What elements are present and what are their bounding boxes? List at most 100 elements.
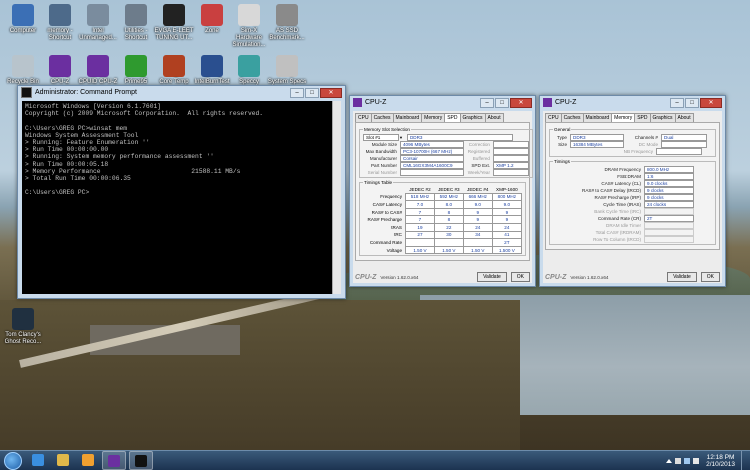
tab-mainboard[interactable]: Mainboard: [392, 113, 423, 122]
spd-field-value2: [493, 140, 529, 148]
minimize-button[interactable]: –: [670, 97, 684, 108]
desktop-icon[interactable]: Utilities - Shortcut: [116, 4, 156, 42]
spd-field-label: Serial Number: [367, 169, 397, 175]
tray-arrow-icon[interactable]: [666, 458, 673, 463]
close-button[interactable]: ✕: [510, 97, 532, 108]
desktop-icon[interactable]: System Specs: [267, 55, 307, 86]
cpuz-icon: [87, 55, 109, 77]
dc-mode-value: [661, 140, 707, 148]
taskbar-button-cmd[interactable]: [129, 451, 153, 470]
ok-button[interactable]: OK: [510, 272, 530, 282]
memory-timing-row: RAS# to CAS# Delay (tRCD) 9 clocks: [553, 186, 712, 194]
timing-column-header: JEDEC #2: [409, 186, 431, 192]
spd-field-value: PC3-10700H (667 MHz): [400, 147, 464, 155]
desktop-icon[interactable]: CPUID CPU-Z: [78, 55, 118, 86]
spd-field-label2: Correction: [468, 141, 490, 147]
spd-timings-table: JEDEC #2 JEDEC #3 JEDEC #4 XMP-1600 Frequenc…: [363, 186, 523, 255]
cmd-titlebar[interactable]: Administrator: Command Prompt – □ ✕: [18, 86, 345, 99]
cpuz-spd-title: CPU-Z: [365, 99, 387, 106]
cpuz-memory-window[interactable]: CPU-Z – □ ✕ CPU Caches Mainboard Memory SPD G…: [539, 95, 726, 287]
tab-spd[interactable]: SPD: [444, 113, 461, 122]
maximize-button[interactable]: □: [685, 97, 699, 108]
tab-mainboard[interactable]: Mainboard: [582, 113, 613, 122]
close-button[interactable]: ✕: [320, 87, 342, 98]
console-line: > Run Time 00:00:00.00: [25, 146, 109, 154]
clock[interactable]: 12:18 PM 2/10/2013: [706, 454, 735, 468]
close-button[interactable]: ✕: [700, 97, 722, 108]
tab-about[interactable]: About: [484, 113, 504, 122]
tab-cpu[interactable]: CPU: [545, 113, 562, 122]
ok-button[interactable]: OK: [700, 272, 720, 282]
desktop-icon[interactable]: memory - Shortcut: [40, 4, 80, 42]
chevron-down-icon[interactable]: ▼: [399, 135, 403, 140]
desktop-icon[interactable]: Sim-X Hardware Simulation...: [229, 4, 269, 49]
volume-icon[interactable]: [693, 457, 700, 464]
desktop-icon[interactable]: Recycle Bin: [3, 55, 43, 86]
cpuz-brand-logo: CPU-Z: [355, 273, 377, 281]
tab-graphics[interactable]: Graphics: [459, 113, 486, 122]
memory-timing-label: RAS# Precharge (tRP): [594, 194, 641, 200]
desktop-icon[interactable]: EVGA E-LEET TUNING UT...: [154, 4, 194, 42]
desktop-icon[interactable]: Intel Unmanaged...: [78, 4, 118, 42]
taskbar: 12:18 PM 2/10/2013: [0, 450, 750, 470]
memory-timing-value: 1:6: [644, 172, 694, 180]
cpuz-spd-window[interactable]: CPU-Z – □ ✕ CPU Caches Mainboard Memory SPD G…: [349, 95, 536, 287]
desktop-icon[interactable]: Zone: [192, 4, 232, 35]
cmd-window[interactable]: Administrator: Command Prompt – □ ✕ Micr…: [17, 85, 346, 299]
timing-cell: 8: [433, 207, 464, 217]
timing-cell: 9: [491, 215, 523, 224]
taskbar-button-explorer[interactable]: [52, 451, 74, 468]
cpuz-memory-body: CPU Caches Mainboard Memory SPD Graphics About…: [543, 111, 722, 283]
tab-memory[interactable]: Memory: [611, 113, 636, 122]
intel-icon: [87, 4, 109, 26]
show-desktop-button[interactable]: [741, 451, 750, 470]
maximize-button[interactable]: □: [305, 87, 319, 98]
taskbar-button-media[interactable]: [77, 451, 99, 468]
slot-select[interactable]: Slot #1: [363, 133, 399, 141]
console-output[interactable]: Microsoft Windows [Version 6.1.7601] Copy…: [22, 101, 332, 294]
console-scrollbar[interactable]: [332, 101, 341, 294]
desktop-icon[interactable]: Computer: [3, 4, 43, 35]
taskbar-button-cpuz[interactable]: [102, 451, 126, 470]
spd-field-label2: SPD Ext.: [471, 162, 490, 168]
desktop-icon[interactable]: Core Temp: [154, 55, 194, 86]
cpuz-memory-titlebar[interactable]: CPU-Z – □ ✕: [540, 96, 725, 109]
console-line: > Running: System memory performance ass…: [25, 153, 214, 161]
validate-button[interactable]: Validate: [667, 272, 697, 282]
taskbar-button-ie[interactable]: [27, 451, 49, 468]
tab-memory[interactable]: Memory: [421, 113, 446, 122]
spd-field-value: [400, 168, 464, 176]
timing-cell: 1.50 V: [462, 245, 493, 255]
desktop-icon[interactable]: AS SSD Benchmark...: [267, 4, 307, 42]
timing-cell: 9: [491, 207, 523, 217]
evga-icon: [163, 4, 185, 26]
tab-cpu[interactable]: CPU: [355, 113, 372, 122]
desktop-icon[interactable]: Tom Clancy's Ghost Reco...: [3, 308, 43, 346]
timing-row: tRC 27 30 34 41: [363, 230, 523, 240]
tab-graphics[interactable]: Graphics: [649, 113, 676, 122]
desktop-icon[interactable]: Speccy: [229, 55, 269, 86]
desktop-icon[interactable]: CPU-Z: [40, 55, 80, 86]
timing-column-header: XMP-1600: [496, 186, 518, 192]
type-label: Type: [557, 134, 567, 140]
tab-about[interactable]: About: [674, 113, 694, 122]
validate-button[interactable]: Validate: [477, 272, 507, 282]
tab-caches[interactable]: Caches: [560, 113, 584, 122]
version-label: Version 1.62.0.x64: [570, 274, 609, 280]
timing-cell: 2T: [491, 238, 523, 247]
desktop-icon-label: memory - Shortcut: [47, 28, 73, 41]
prime95-icon: [125, 55, 147, 77]
maximize-button[interactable]: □: [495, 97, 509, 108]
minimize-button[interactable]: –: [480, 97, 494, 108]
desktop-icon[interactable]: Prime95: [116, 55, 156, 86]
cpuz-spd-titlebar[interactable]: CPU-Z – □ ✕: [350, 96, 535, 109]
network-icon[interactable]: [684, 457, 691, 464]
minimize-button[interactable]: –: [290, 87, 304, 98]
flag-icon[interactable]: [675, 457, 682, 464]
timing-row: Frequency 518 MHz 592 MHz 666 MHz 800 MHz: [363, 192, 523, 202]
nb-frequency-value: [656, 147, 702, 155]
tab-caches[interactable]: Caches: [370, 113, 394, 122]
start-button[interactable]: [4, 451, 22, 470]
tab-spd[interactable]: SPD: [634, 113, 651, 122]
desktop-icon[interactable]: IntelBurnTest: [192, 55, 232, 86]
